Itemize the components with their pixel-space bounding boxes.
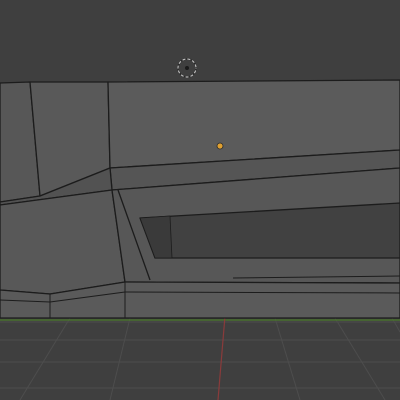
mesh-object[interactable]: [0, 79, 400, 319]
3d-viewport[interactable]: [0, 0, 400, 400]
mesh-face-lower-left: [0, 189, 126, 295]
viewport-canvas[interactable]: [0, 0, 400, 400]
object-origin-icon: [216, 142, 224, 150]
